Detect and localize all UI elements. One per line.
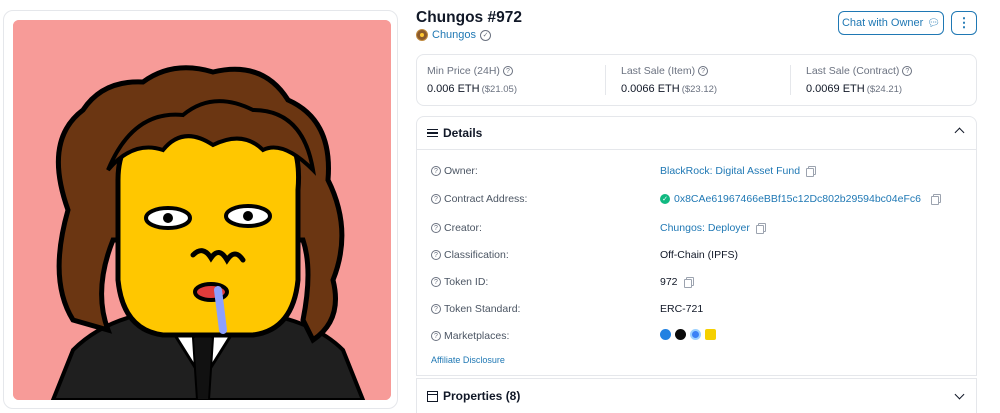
copy-icon[interactable] — [930, 194, 941, 205]
nft-image-card — [3, 10, 398, 409]
stat-last-sale-item: Last Sale (Item)? 0.0066 ETH ($23.12) — [605, 55, 796, 105]
stat-eth-value: 0.0066 ETH — [621, 83, 680, 95]
kebab-menu-icon: ⋮ — [957, 15, 971, 30]
help-icon[interactable]: ? — [502, 66, 513, 76]
detail-label: Token ID: — [444, 276, 489, 288]
help-icon[interactable]: ? — [431, 331, 441, 341]
stat-label: Last Sale (Item) — [621, 65, 696, 77]
chat-with-owner-button[interactable]: Chat with Owner 💬︎ — [838, 11, 944, 35]
copy-icon[interactable] — [755, 223, 766, 234]
token-standard-value: ERC-721 — [660, 303, 704, 315]
copy-icon[interactable] — [683, 277, 694, 288]
contract-address-link[interactable]: 0x8CAe61967466eBBf15c12Dc802b29594bc04eF… — [674, 193, 921, 205]
detail-label: Marketplaces: — [444, 330, 510, 342]
stat-usd-value: ($24.21) — [866, 84, 903, 95]
verified-check-icon: ✓ — [480, 29, 492, 41]
rarible-icon[interactable] — [675, 329, 686, 340]
details-heading: Details — [443, 126, 483, 140]
chat-button-label: Chat with Owner — [841, 17, 924, 29]
help-icon[interactable]: ? — [698, 66, 709, 76]
stat-label: Last Sale (Contract) — [806, 65, 900, 77]
detail-label: Classification: — [444, 249, 509, 261]
chevron-up-icon — [954, 127, 965, 138]
help-icon[interactable]: ? — [431, 277, 441, 287]
stat-usd-value: ($23.12) — [681, 84, 718, 95]
more-options-button[interactable]: ⋮ — [951, 11, 977, 35]
stat-eth-value: 0.006 ETH — [427, 83, 480, 95]
stat-label: Min Price (24H) — [427, 65, 500, 77]
details-toggle[interactable]: Details — [417, 117, 976, 150]
stat-eth-value: 0.0069 ETH — [806, 83, 865, 95]
properties-toggle[interactable]: Properties (8) — [416, 378, 977, 413]
opensea-icon[interactable] — [660, 329, 671, 340]
detail-label: Owner: — [444, 165, 478, 177]
properties-heading: Properties (8) — [443, 389, 521, 403]
collection-name: Chungos — [432, 29, 477, 41]
stat-last-sale-contract: Last Sale (Contract)? 0.0069 ETH ($24.21) — [790, 55, 976, 105]
blur-icon[interactable] — [705, 329, 716, 340]
help-icon[interactable]: ? — [431, 194, 441, 204]
verified-contract-icon: ✓ — [660, 194, 670, 204]
creator-link[interactable]: Chungos: Deployer — [660, 222, 750, 234]
help-icon[interactable]: ? — [431, 250, 441, 260]
stat-usd-value: ($21.05) — [481, 84, 517, 95]
stat-min-price: Min Price (24H)? 0.006 ETH ($21.05) — [417, 55, 611, 105]
owner-link[interactable]: BlackRock: Digital Asset Fund — [660, 165, 800, 177]
details-panel: Details ? Owner: BlackRock: Digital Asset… — [416, 116, 977, 376]
detail-label: Creator: — [444, 222, 482, 234]
chat-bubble-icon: 💬︎ — [927, 17, 940, 29]
help-icon[interactable]: ? — [431, 304, 441, 314]
nft-title: Chungos #972 — [416, 9, 522, 26]
cube-icon — [427, 390, 438, 402]
help-icon[interactable]: ? — [431, 166, 441, 176]
price-stats-card: Min Price (24H)? 0.006 ETH ($21.05) Last … — [416, 54, 977, 106]
collection-link[interactable]: Chungos ✓ — [416, 29, 492, 41]
nft-artwork[interactable] — [13, 20, 391, 400]
detail-label: Token Standard: — [444, 303, 521, 315]
collection-avatar-icon — [416, 29, 428, 41]
detail-label: Contract Address: — [444, 193, 528, 205]
copy-icon[interactable] — [806, 166, 817, 177]
chungos-portrait-illustration — [13, 20, 391, 400]
token-id-value: 972 — [660, 276, 678, 288]
classification-value: Off-Chain (IPFS) — [660, 249, 738, 261]
list-icon — [427, 128, 438, 138]
help-icon[interactable]: ? — [431, 223, 441, 233]
chevron-down-icon — [954, 389, 965, 400]
looksrare-icon[interactable] — [690, 329, 701, 340]
affiliate-disclosure-link[interactable]: Affiliate Disclosure — [431, 355, 505, 365]
help-icon[interactable]: ? — [902, 66, 913, 76]
